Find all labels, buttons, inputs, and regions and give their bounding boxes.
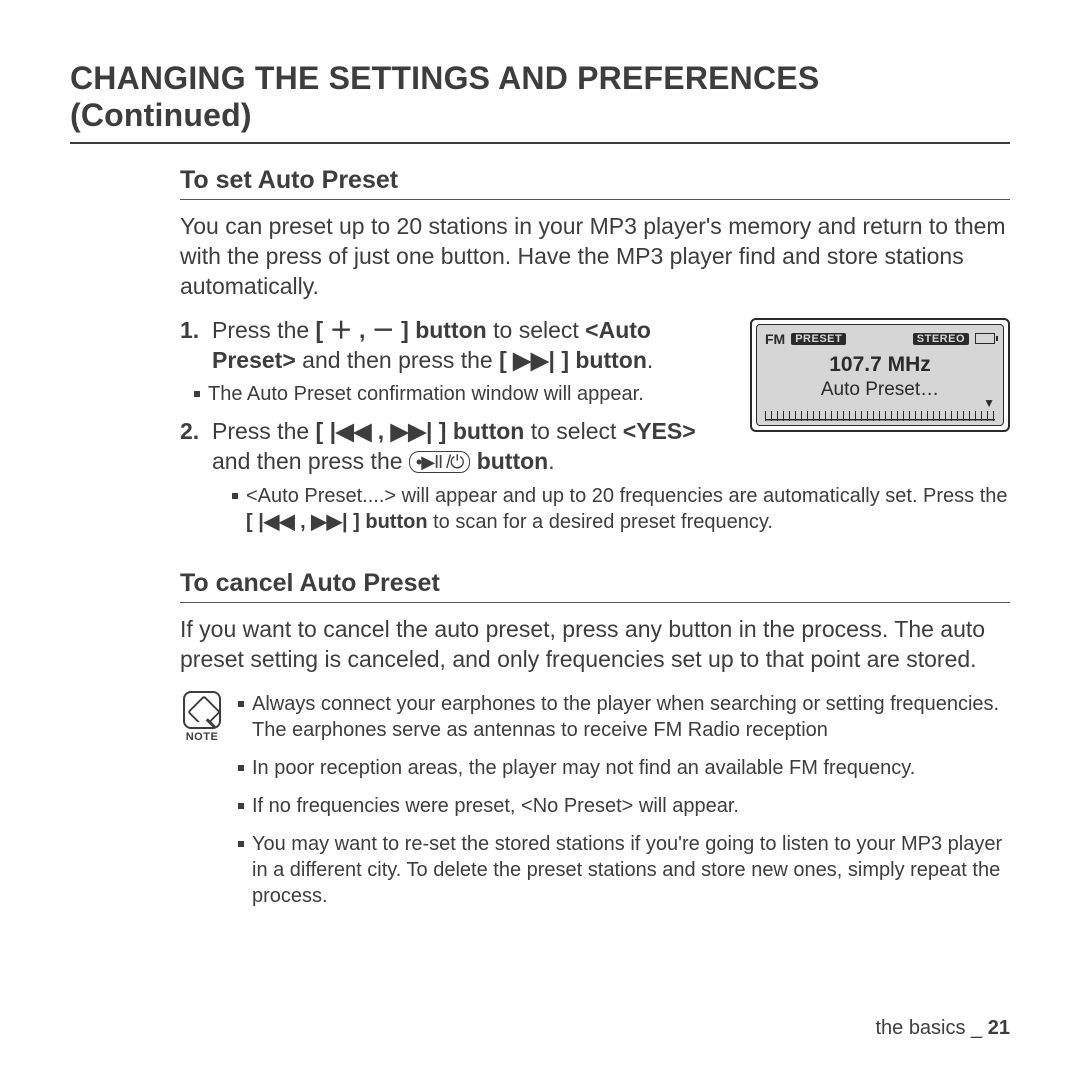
title-rule bbox=[70, 142, 1010, 144]
lcd-screen-figure: FM PRESET STEREO 107.7 MHz Auto Preset… … bbox=[750, 318, 1010, 432]
step-2-text-a: Press the bbox=[212, 418, 316, 444]
bullet-icon bbox=[238, 701, 244, 707]
note-item: In poor reception areas, the player may … bbox=[238, 755, 1010, 781]
step-2-number: 2. bbox=[180, 417, 204, 477]
footer-page-number: 21 bbox=[988, 1017, 1010, 1039]
note-block: NOTE Always connect your earphones to th… bbox=[180, 691, 1010, 921]
prev-next-button-ref-2: [ |◀◀ , ▶▶| ] button bbox=[246, 511, 428, 533]
page-footer: the basics _ 21 bbox=[875, 1017, 1010, 1040]
bullet-icon bbox=[194, 391, 200, 397]
step-2-text-g: . bbox=[548, 448, 554, 474]
step-1-body: Press the [ ＋ , － ] button to select <Au… bbox=[212, 316, 732, 376]
prev-next-button-ref: [ |◀◀ , ▶▶| ] button bbox=[316, 418, 525, 444]
bullet-icon bbox=[232, 493, 238, 499]
section-set-intro: You can preset up to 20 stations in your… bbox=[180, 212, 1010, 302]
battery-icon bbox=[975, 333, 995, 344]
lcd-fm-label: FM bbox=[765, 331, 785, 347]
lcd-menu-label: Auto Preset… bbox=[765, 379, 995, 401]
step-1-text-e: and then press the bbox=[296, 347, 499, 373]
lcd-stereo-badge: STEREO bbox=[913, 333, 969, 345]
step-1-text-c: to select bbox=[487, 317, 585, 343]
step-1-sub: The Auto Preset confirmation window will… bbox=[194, 381, 732, 407]
section-cancel-body: If you want to cancel the auto preset, p… bbox=[180, 615, 1010, 675]
step-2: 2. Press the [ |◀◀ , ▶▶| ] button to sel… bbox=[180, 417, 732, 477]
lcd-tuning-scale bbox=[765, 411, 995, 421]
step-2-sub-a: <Auto Preset....> will appear and up to … bbox=[246, 485, 1008, 507]
step-2-body: Press the [ |◀◀ , ▶▶| ] button to select… bbox=[212, 417, 732, 477]
step-2-text-c: to select bbox=[524, 418, 622, 444]
step-1-sub-text: The Auto Preset confirmation window will… bbox=[208, 381, 644, 407]
note-icon: NOTE bbox=[180, 691, 224, 743]
note-item-text: You may want to re-set the stored statio… bbox=[252, 831, 1010, 909]
lcd-preset-badge: PRESET bbox=[791, 333, 846, 345]
lcd-status-bar: FM PRESET STEREO bbox=[765, 331, 995, 347]
steps-col: 1. Press the [ ＋ , － ] button to select … bbox=[180, 316, 732, 484]
pencil-icon bbox=[189, 697, 215, 723]
step-2-sub-c: to scan for a desired preset frequency. bbox=[428, 511, 773, 533]
play-pause-power-button-icon: •▶II /⏻ bbox=[409, 451, 470, 473]
section-set-rule bbox=[180, 199, 1010, 200]
step-2-sub: <Auto Preset....> will appear and up to … bbox=[232, 483, 1010, 535]
note-label: NOTE bbox=[180, 731, 224, 743]
section-cancel-heading: To cancel Auto Preset bbox=[180, 569, 1010, 602]
step-1-text-a: Press the bbox=[212, 317, 316, 343]
bullet-icon bbox=[238, 803, 244, 809]
forward-button-ref: [ ▶▶| ] button bbox=[499, 347, 647, 373]
note-item-text: Always connect your earphones to the pla… bbox=[252, 691, 1010, 743]
bullet-icon bbox=[238, 841, 244, 847]
note-item: Always connect your earphones to the pla… bbox=[238, 691, 1010, 743]
page-title: CHANGING THE SETTINGS AND PREFERENCES (C… bbox=[70, 60, 1010, 142]
step-2-text-f: button bbox=[470, 448, 548, 474]
lcd-frequency: 107.7 MHz bbox=[765, 353, 995, 377]
bullet-icon bbox=[238, 765, 244, 771]
step-2-sub-wide: <Auto Preset....> will appear and up to … bbox=[218, 483, 1010, 535]
section-set-heading: To set Auto Preset bbox=[180, 166, 1010, 199]
note-item: If no frequencies were preset, <No Prese… bbox=[238, 793, 1010, 819]
note-item-text: In poor reception areas, the player may … bbox=[252, 755, 915, 781]
step-2-text-e: and then press the bbox=[212, 448, 409, 474]
plus-minus-button-ref: [ ＋ , － ] button bbox=[316, 317, 487, 343]
step-2-sub-text: <Auto Preset....> will appear and up to … bbox=[246, 483, 1010, 535]
step-1: 1. Press the [ ＋ , － ] button to select … bbox=[180, 316, 732, 376]
yes-ref: <YES> bbox=[623, 418, 696, 444]
section-cancel-rule bbox=[180, 602, 1010, 603]
step-row: 1. Press the [ ＋ , － ] button to select … bbox=[180, 316, 1010, 484]
step-1-text-g: . bbox=[647, 347, 653, 373]
lcd-inner: FM PRESET STEREO 107.7 MHz Auto Preset… … bbox=[756, 324, 1004, 426]
footer-section: the basics _ bbox=[875, 1017, 987, 1039]
note-item-text: If no frequencies were preset, <No Prese… bbox=[252, 793, 739, 819]
note-item: You may want to re-set the stored statio… bbox=[238, 831, 1010, 909]
note-list: Always connect your earphones to the pla… bbox=[238, 691, 1010, 921]
step-1-number: 1. bbox=[180, 316, 204, 376]
